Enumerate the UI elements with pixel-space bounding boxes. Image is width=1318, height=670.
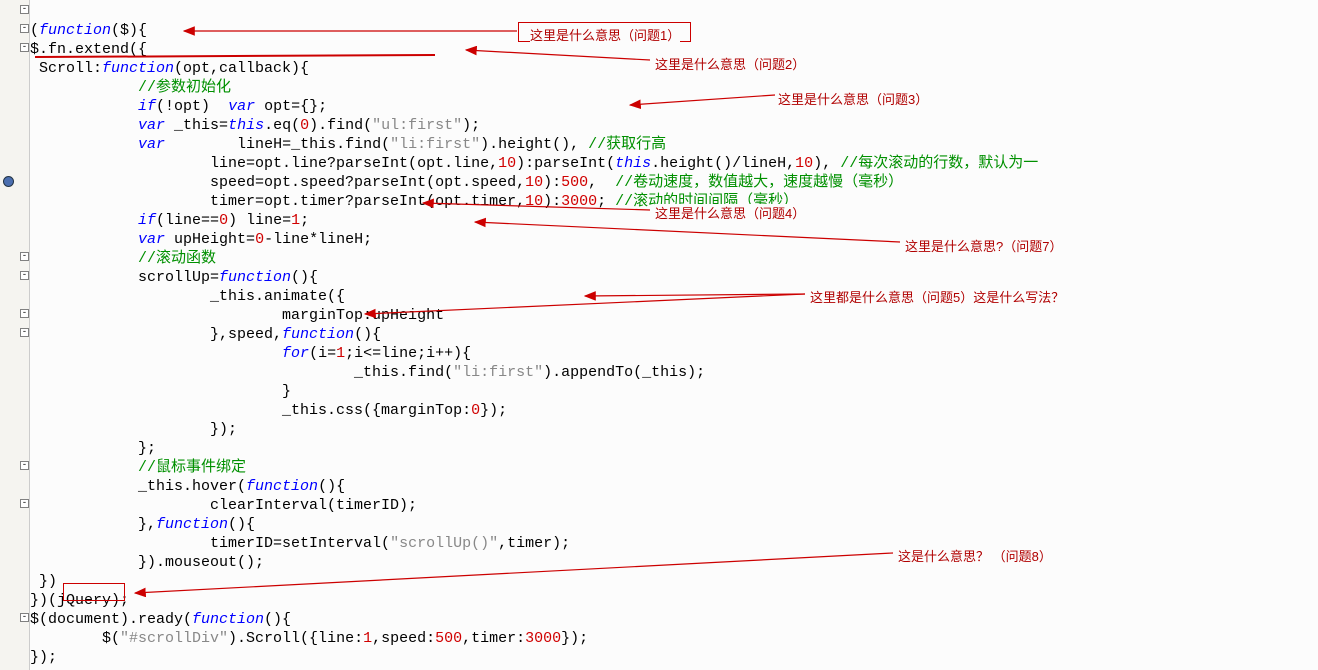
annotation-text: 这里是什么意思?（问题7）	[905, 237, 1062, 256]
fold-icon[interactable]: -	[20, 252, 29, 261]
code-line: Scroll:function(opt,callback){	[30, 60, 309, 77]
breakpoint-icon[interactable]	[3, 176, 14, 187]
code-line: clearInterval(timerID);	[30, 497, 417, 514]
code-line: for(i=1;i<=line;i++){	[30, 345, 471, 362]
fold-icon[interactable]: -	[20, 271, 29, 280]
code-line: $("#scrollDiv").Scroll({line:1,speed:500…	[30, 630, 588, 647]
annotation-text: 这是什么意思？ （问题8）	[898, 547, 1052, 566]
fold-icon[interactable]: -	[20, 328, 29, 337]
code-line: //参数初始化	[30, 79, 231, 96]
code-line: _this.hover(function(){	[30, 478, 345, 495]
fold-icon[interactable]: -	[20, 499, 29, 508]
code-line: _this.css({marginTop:0});	[30, 402, 507, 419]
code-line: timerID=setInterval("scrollUp()",timer);	[30, 535, 570, 552]
code-line: marginTop:upHeight	[30, 307, 444, 324]
code-line: },function(){	[30, 516, 255, 533]
code-line: });	[30, 421, 237, 438]
code-line: }).mouseout();	[30, 554, 264, 571]
code-editor[interactable]: (function($){ $.fn.extend({ Scroll:funct…	[30, 2, 1318, 667]
code-line: });	[30, 649, 57, 666]
fold-icon[interactable]: -	[20, 43, 29, 52]
code-line: })	[30, 573, 57, 590]
annotation-text: 这里是什么意思（问题2）	[655, 55, 805, 74]
fold-icon[interactable]: -	[20, 309, 29, 318]
code-line: scrollUp=function(){	[30, 269, 318, 286]
fold-icon[interactable]: -	[20, 461, 29, 470]
code-line: //滚动函数	[30, 250, 216, 267]
code-line: _this.animate({	[30, 288, 345, 305]
code-line: var upHeight=0-line*lineH;	[30, 231, 372, 248]
code-line: if(line==0) line=1;	[30, 212, 309, 229]
code-line: $(document).ready(function(){	[30, 611, 291, 628]
code-line: speed=opt.speed?parseInt(opt.speed,10):5…	[30, 174, 903, 191]
code-line: _this.find("li:first").appendTo(_this);	[30, 364, 705, 381]
annotation-box	[63, 583, 125, 601]
annotation-text: 这里是什么意思（问题1）	[530, 26, 680, 45]
annotation-text: 这里都是什么意思（问题5）这是什么写法？	[810, 288, 1064, 307]
gutter: - - - - - - - - - -	[0, 0, 30, 670]
fold-icon[interactable]: -	[20, 613, 29, 622]
code-line: }	[30, 383, 291, 400]
annotation-text: 这里是什么意思（问题4）	[655, 204, 805, 223]
code-line: };	[30, 440, 156, 457]
code-line: line=opt.line?parseInt(opt.line,10):pars…	[30, 155, 1038, 172]
fold-icon[interactable]: -	[20, 5, 29, 14]
code-line: (function($){	[30, 22, 147, 39]
fold-icon[interactable]: -	[20, 24, 29, 33]
code-line: var lineH=_this.find("li:first").height(…	[30, 136, 666, 153]
annotation-text: 这里是什么意思（问题3）	[778, 90, 928, 109]
code-line: if(!opt) var opt={};	[30, 98, 327, 115]
code-line: },speed,function(){	[30, 326, 381, 343]
code-line: //鼠标事件绑定	[30, 459, 246, 476]
code-line: var _this=this.eq(0).find("ul:first");	[30, 117, 480, 134]
